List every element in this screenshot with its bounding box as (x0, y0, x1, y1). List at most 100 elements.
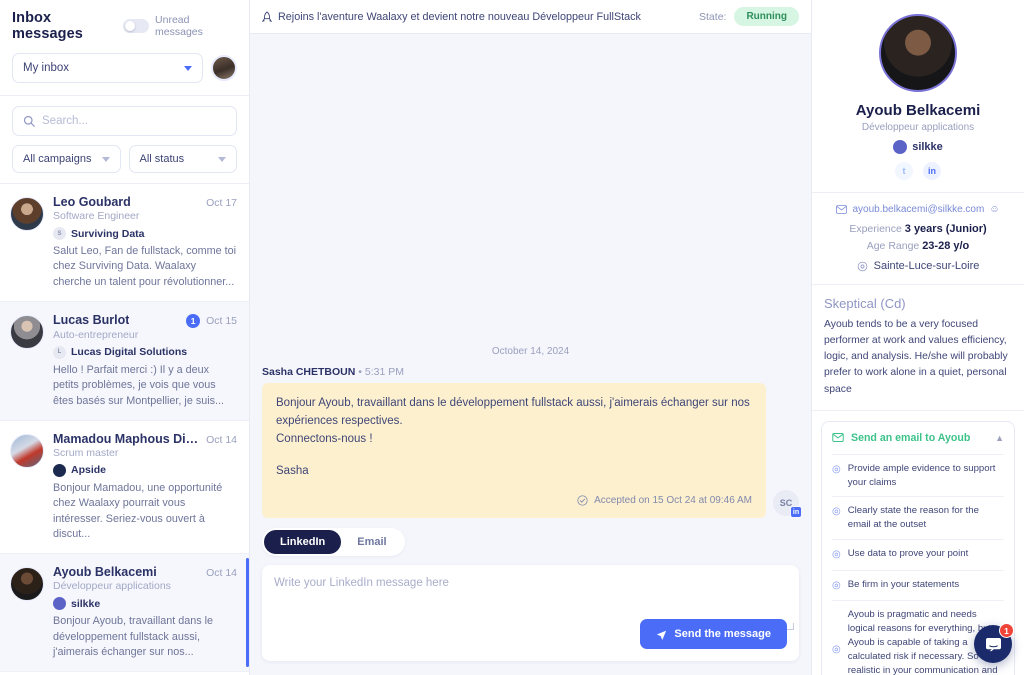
check-circle-icon: ◎ (832, 549, 841, 561)
message-header: Sasha CHETBOUN • 5:31 PM (262, 366, 799, 378)
avatar (10, 197, 44, 231)
conversation-body: Lucas Burlot 1 Oct 15 Auto-entrepreneur … (53, 313, 237, 409)
inbox-sidebar: Inbox messages Unread messages My inbox (0, 0, 250, 675)
company-logo-icon (893, 140, 908, 154)
linkedin-icon[interactable]: in (923, 162, 941, 180)
conversation-top-row: Leo Goubard Oct 17 (53, 195, 237, 209)
sender-avatar: SC in (773, 490, 802, 518)
conversation-list: Leo Goubard Oct 17 Software Engineer S S… (0, 184, 249, 675)
tab-email[interactable]: Email (341, 530, 402, 554)
rocket-icon (262, 10, 272, 22)
search-placeholder: Search... (42, 115, 89, 127)
company-name: silkke (912, 141, 943, 153)
advice-item-text: Clearly state the reason for the email a… (847, 505, 979, 531)
experience-row: Experience 3 years (Junior) (822, 223, 1014, 235)
avatar (10, 314, 44, 349)
check-circle-icon: ◎ (832, 579, 841, 591)
accepted-text: Accepted on 15 Oct 24 at 09:46 AM (594, 494, 752, 506)
contact-company: silkke (822, 140, 1014, 154)
message-line-2: Connectons-nous ! (276, 432, 373, 445)
check-circle-icon: ◎ (832, 643, 841, 655)
contact-role: Auto-entrepreneur (53, 328, 139, 341)
message-snippet: Salut Leo, Fan de fullstack, comme toi c… (53, 245, 237, 288)
conversation-date: Oct 15 (206, 314, 237, 327)
message-gap (276, 449, 752, 463)
conversation-meta: Oct 14 (206, 567, 237, 579)
chevron-down-icon (218, 156, 226, 162)
tab-linkedin[interactable]: LinkedIn (264, 530, 342, 554)
inbox-select[interactable]: My inbox (12, 53, 203, 83)
search-input[interactable]: Search... (12, 106, 237, 136)
status-filter-select[interactable]: All status (128, 145, 237, 173)
contact-role: Développeur applications (861, 122, 975, 133)
sidebar-filters: Search... All campaigns All status (0, 96, 249, 184)
chat-unread-count: 1 (999, 623, 1014, 638)
contact-name: Ayoub Belkacemi (53, 565, 157, 580)
envelope-icon (832, 433, 844, 443)
chat-support-button[interactable]: 1 (974, 623, 1014, 663)
send-button-label: Send the message (674, 628, 771, 640)
advice-item-text: Provide ample evidence to support your c… (847, 462, 996, 488)
status-badge: Running (734, 7, 799, 26)
location-value: Sainte-Luce-sur-Loire (873, 260, 980, 272)
linkedin-icon: in (790, 506, 802, 518)
chevron-down-icon (184, 65, 192, 71)
persona-section: Skeptical (Cd) Ayoub tends to be a very … (812, 285, 1024, 411)
message-time: 5:31 PM (364, 366, 404, 379)
send-message-button[interactable]: Send the message (640, 619, 787, 649)
contact-profile: Ayoub Belkacemi Développeur applications… (812, 0, 1024, 193)
contact-details: ayoub.belkacemi@silkke.com ☺ Experience … (812, 193, 1024, 285)
message-signature: Sasha (276, 464, 309, 477)
company-name: Surviving Data (71, 227, 145, 240)
toggle-knob (125, 21, 136, 31)
advice-item: ◎ Use data to prove your point (832, 539, 1004, 570)
accepted-status: Accepted on 15 Oct 24 at 09:46 AM (276, 493, 752, 509)
company-name: Apside (71, 464, 107, 477)
company-name: Lucas Digital Solutions (71, 346, 188, 359)
conversation-date: Oct 17 (206, 197, 237, 209)
company-logo-icon (53, 597, 66, 611)
inbox-select-row: My inbox (12, 53, 237, 83)
company-logo-icon (53, 463, 66, 477)
contact-email-row[interactable]: ayoub.belkacemi@silkke.com ☺ (822, 204, 1014, 215)
company-logo-icon: S (53, 227, 66, 240)
check-circle-icon: ◎ (832, 463, 841, 475)
chevron-down-icon (101, 156, 110, 162)
compose-card: Write your LinkedIn message here Send th… (262, 565, 799, 661)
conversation-body: Mamadou Maphous Diallo Oct 14 Scrum mast… (53, 432, 237, 542)
search-icon (23, 115, 35, 127)
company-row: L Lucas Digital Solutions (53, 345, 237, 359)
inbox-select-value: My inbox (23, 62, 70, 74)
page-title: Inbox messages (12, 10, 83, 42)
unread-messages-toggle[interactable] (123, 19, 150, 33)
conversation-panel: Rejoins l'aventure Waalaxy et devient no… (250, 0, 812, 675)
list-item[interactable]: Leo Goubard Oct 17 Software Engineer S S… (0, 184, 249, 302)
message-textarea[interactable]: Write your LinkedIn message here (274, 577, 787, 589)
contact-avatar (879, 14, 957, 92)
advice-card-email-header[interactable]: Send an email to Ayoub ▲ (822, 422, 1014, 454)
age-range-row: Age Range 23-28 y/o (822, 240, 1014, 252)
textarea-resize-handle[interactable] (787, 623, 794, 630)
date-separator: October 14, 2024 (491, 346, 570, 358)
advice-item-text: Be firm in your statements (847, 578, 960, 590)
envelope-icon (836, 205, 848, 214)
persona-description: Ayoub tends to be a very focused perform… (824, 319, 1008, 395)
current-user-avatar[interactable] (211, 55, 237, 81)
social-links: t in (822, 162, 1014, 180)
message-thread: October 14, 2024 Sasha CHETBOUN • 5:31 P… (250, 34, 811, 518)
list-item[interactable]: Mamadou Maphous Diallo Oct 14 Scrum mast… (0, 421, 249, 555)
contact-name: Ayoub Belkacemi (855, 102, 981, 119)
send-icon (657, 630, 667, 640)
conversation-top-row: Lucas Burlot 1 Oct 15 (53, 313, 237, 328)
twitter-icon[interactable]: t (895, 162, 913, 180)
list-item[interactable]: Ayoub Belkacemi Oct 14 Développeur appli… (0, 554, 249, 673)
unread-toggle-group[interactable]: Unread messages (123, 14, 237, 38)
conversation-meta: Oct 17 (206, 197, 237, 209)
company-name: silkke (71, 597, 101, 610)
list-item[interactable]: Lucas Burlot 1 Oct 15 Auto-entrepreneur … (0, 301, 249, 421)
handshake-icon (577, 495, 588, 506)
contact-role: Software Engineer (53, 210, 140, 222)
location-row: Sainte-Luce-sur-Loire (822, 260, 1014, 272)
campaign-filter-select[interactable]: All campaigns (12, 145, 121, 173)
campaign-title[interactable]: Rejoins l'aventure Waalaxy et devient no… (262, 11, 691, 23)
